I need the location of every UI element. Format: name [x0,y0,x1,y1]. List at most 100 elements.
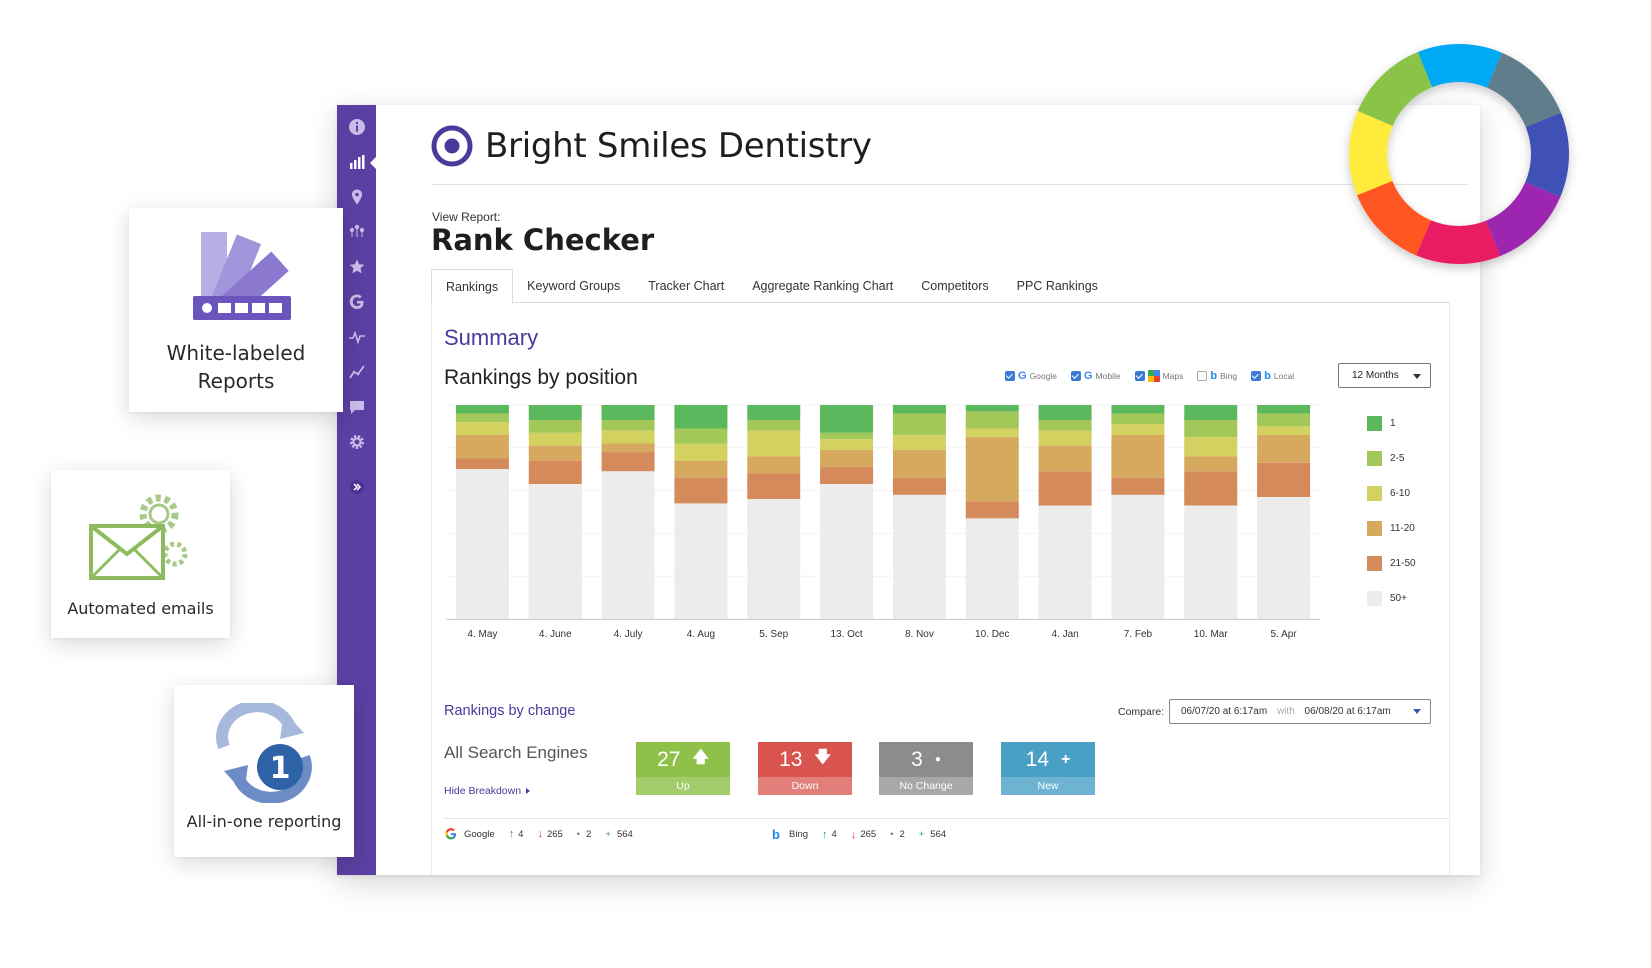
bar-segment-21-50[interactable] [965,501,1019,519]
bar-segment-1[interactable] [892,405,946,414]
bar-segment-6-10[interactable] [1257,426,1311,435]
bar-segment-1[interactable] [674,405,728,429]
tab-competitors[interactable]: Competitors [907,269,1002,303]
tab-tracker-chart[interactable]: Tracker Chart [634,269,738,303]
bar-segment-50+[interactable] [892,494,946,619]
bar-segment-2-5[interactable] [1184,419,1238,438]
bar-segment-6-10[interactable] [1038,430,1092,446]
tab-aggregate-ranking-chart[interactable]: Aggregate Ranking Chart [738,269,907,303]
bar-segment-2-5[interactable] [1111,413,1165,425]
bar-segment-2-5[interactable] [1038,419,1092,431]
bar-segment-11-20[interactable] [965,437,1019,502]
bar-segment-6-10[interactable] [1111,424,1165,435]
legend-item[interactable]: 1 [1367,406,1416,441]
bar-segment-50+[interactable] [674,503,728,619]
info-icon[interactable] [337,112,376,142]
change-up-tile[interactable]: 27 🡅 Up [636,742,730,795]
period-select[interactable]: 12 Months [1338,363,1431,388]
legend-item[interactable]: 11-20 [1367,511,1416,546]
bar-segment-11-20[interactable] [1111,434,1165,478]
change-down-tile[interactable]: 13 🡇 Down [758,742,852,795]
checkbox[interactable] [1070,371,1081,381]
bar-segment-50+[interactable] [455,469,509,619]
engine-filter-mobile[interactable]: G Mobile [1070,370,1121,382]
bar-segment-50+[interactable] [528,484,582,619]
change-new-tile[interactable]: 14 + New [1001,742,1095,795]
bar-segment-21-50[interactable] [455,458,509,470]
bar-segment-2-5[interactable] [455,413,509,423]
bar-segment-21-50[interactable] [820,467,874,485]
bar-segment-11-20[interactable] [1257,434,1311,463]
bar-segment-21-50[interactable] [674,477,728,504]
engine-filter-bing[interactable]: b Bing [1197,370,1237,382]
bar-segment-6-10[interactable] [892,434,946,450]
bar-segment-6-10[interactable] [1184,437,1238,457]
bar-segment-21-50[interactable] [1111,477,1165,495]
reports-icon[interactable] [337,147,376,177]
legend-item[interactable]: 2-5 [1367,441,1416,476]
bar-segment-50+[interactable] [1111,494,1165,619]
checkbox[interactable] [1197,371,1208,381]
bar-segment-50+[interactable] [965,518,1019,619]
legend-item[interactable]: 50+ [1367,581,1416,616]
bar-segment-2-5[interactable] [528,419,582,433]
bar-segment-21-50[interactable] [528,460,582,485]
bar-segment-11-20[interactable] [674,460,728,478]
legend-item[interactable]: 6-10 [1367,476,1416,511]
bar-segment-1[interactable] [601,405,655,420]
bar-segment-11-20[interactable] [528,445,582,461]
engine-filter-local[interactable]: b Local [1251,370,1294,382]
bar-segment-11-20[interactable] [1184,456,1238,472]
gear-icon[interactable] [337,427,376,457]
bar-segment-21-50[interactable] [1184,471,1238,506]
bar-segment-50+[interactable] [747,499,801,619]
bar-segment-2-5[interactable] [601,419,655,431]
bar-segment-11-20[interactable] [892,449,946,478]
checkbox[interactable] [1251,371,1262,381]
bar-segment-2-5[interactable] [747,419,801,431]
engine-filter-google[interactable]: G Google [1005,370,1057,382]
bar-segment-1[interactable] [1038,405,1092,420]
bar-segment-6-10[interactable] [674,443,728,461]
tab-ppc-rankings[interactable]: PPC Rankings [1003,269,1112,303]
bar-segment-1[interactable] [528,405,582,420]
bar-segment-11-20[interactable] [1038,445,1092,472]
engine-filter-maps[interactable]: Maps [1134,370,1183,382]
bar-segment-21-50[interactable] [1257,462,1311,498]
bar-segment-1[interactable] [1257,405,1311,414]
bar-segment-1[interactable] [747,405,801,420]
change-no-change-tile[interactable]: 3 ● No Change [879,742,973,795]
bar-segment-6-10[interactable] [820,439,874,450]
bar-segment-11-20[interactable] [455,434,509,459]
checkbox[interactable] [1134,371,1145,381]
bar-segment-2-5[interactable] [674,428,728,444]
bar-segment-1[interactable] [965,405,1019,412]
bar-segment-50+[interactable] [1038,505,1092,619]
compare-date-select[interactable]: 06/07/20 at 6:17am with 06/08/20 at 6:17… [1169,699,1431,724]
bar-segment-50+[interactable] [1184,505,1238,619]
legend-item[interactable]: 21-50 [1367,546,1416,581]
bar-segment-21-50[interactable] [747,473,801,500]
bar-segment-1[interactable] [1111,405,1165,414]
hide-breakdown-link[interactable]: Hide Breakdown [444,785,531,797]
bar-segment-11-20[interactable] [820,449,874,468]
bar-segment-1[interactable] [455,405,509,414]
bar-segment-6-10[interactable] [601,430,655,444]
expand-icon[interactable] [337,472,376,502]
bar-segment-1[interactable] [1184,405,1238,420]
bar-segment-6-10[interactable] [528,432,582,446]
bar-segment-21-50[interactable] [601,452,655,472]
bar-segment-11-20[interactable] [747,456,801,474]
bar-segment-6-10[interactable] [965,428,1019,438]
bar-segment-50+[interactable] [1257,497,1311,619]
bar-segment-6-10[interactable] [747,430,801,457]
bar-segment-11-20[interactable] [601,443,655,453]
bar-segment-2-5[interactable] [1257,413,1311,427]
bar-segment-50+[interactable] [820,484,874,619]
tab-keyword-groups[interactable]: Keyword Groups [513,269,634,303]
bar-segment-1[interactable] [820,405,874,433]
checkbox[interactable] [1005,371,1015,381]
tab-rankings[interactable]: Rankings [431,269,514,304]
bar-segment-2-5[interactable] [965,411,1019,429]
bar-segment-6-10[interactable] [455,422,509,435]
